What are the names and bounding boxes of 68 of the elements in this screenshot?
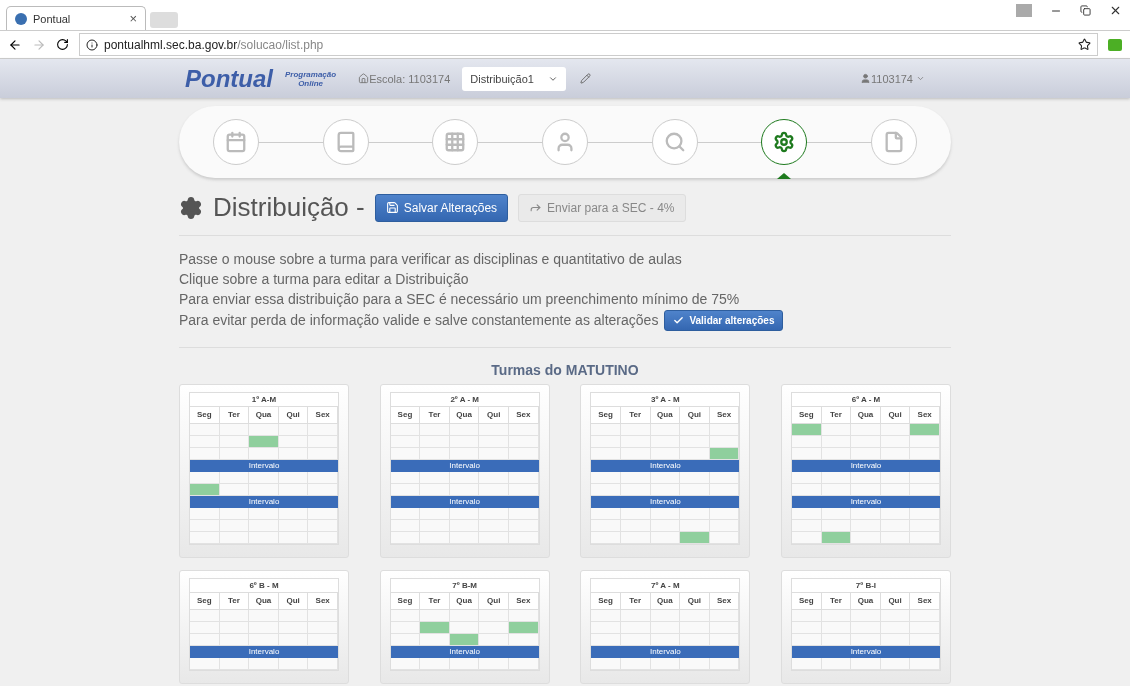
- calendar-icon: [225, 131, 247, 153]
- caret-icon: [916, 74, 925, 83]
- class-card[interactable]: 6º A - M Seg Ter Qua Qui Sex Intervalo Intervalo: [780, 384, 951, 558]
- close-icon[interactable]: [1109, 4, 1122, 17]
- address-bar[interactable]: pontualhml.sec.ba.gov.br/solucao/list.php: [79, 33, 1098, 56]
- break-bar: Intervalo: [390, 496, 539, 508]
- distribution-select[interactable]: Distribuição1: [462, 66, 567, 91]
- brand-logo: Pontual: [185, 64, 273, 93]
- restore-icon[interactable]: [1080, 5, 1091, 16]
- page-title: Distribuição -: [213, 192, 365, 223]
- save-icon: [385, 201, 399, 214]
- break-bar: Intervalo: [190, 646, 338, 658]
- class-card[interactable]: 1º A-M Seg Ter Qua Qui Sex Intervalo Intervalo: [179, 384, 349, 558]
- class-title: 7º B-M: [390, 579, 539, 593]
- break-bar: Intervalo: [190, 460, 338, 472]
- class-card[interactable]: 6º B - M Seg Ter Qua Qui Sex Intervalo: [179, 570, 349, 684]
- class-title: 3º A - M: [591, 393, 740, 407]
- break-bar: Intervalo: [791, 460, 940, 472]
- search-icon: [663, 131, 686, 153]
- break-bar: Intervalo: [390, 460, 539, 472]
- forward-icon[interactable]: [32, 37, 46, 52]
- forward-arrow-icon: [529, 201, 543, 214]
- section-title: Turmas do MATUTINO: [490, 362, 640, 378]
- check-icon: [673, 315, 685, 326]
- url-text: pontualhml.sec.ba.gov.br/solucao/list.php: [104, 37, 325, 52]
- settings-icon: [179, 195, 203, 220]
- step-button[interactable]: [761, 119, 808, 165]
- bookmark-star-icon[interactable]: [1078, 38, 1091, 51]
- break-bar: Intervalo: [791, 646, 940, 658]
- class-card[interactable]: 2º A - M Seg Ter Qua Qui Sex Intervalo Intervalo: [379, 384, 550, 558]
- instruction-text: Para enviar essa distribuição para a SEC é necessário um preenchimento mínimo de 75%: [179, 290, 741, 309]
- home-icon: [358, 73, 370, 84]
- grid-icon: [444, 131, 467, 153]
- instruction-text: Clique sobre a turma para editar a Distribuição: [179, 270, 470, 289]
- edit-icon[interactable]: [580, 73, 592, 84]
- class-card[interactable]: 7º B-I Seg Ter Qua Qui Sex Intervalo: [780, 570, 951, 684]
- reload-icon[interactable]: [56, 38, 69, 51]
- tab-title: Pontual: [33, 12, 72, 25]
- class-title: 6º A - M: [791, 393, 940, 407]
- break-bar: Intervalo: [591, 496, 740, 508]
- back-icon[interactable]: [8, 37, 22, 52]
- browser-tab[interactable]: Pontual ×: [6, 6, 146, 30]
- school-label: Escola: 1103174: [369, 72, 451, 85]
- class-title: 2º A - M: [390, 393, 539, 407]
- extension-icon[interactable]: [1108, 38, 1122, 51]
- break-bar: Intervalo: [190, 496, 338, 508]
- class-card[interactable]: 7º A - M Seg Ter Qua Qui Sex Intervalo: [580, 570, 751, 684]
- user-icon: [860, 73, 871, 84]
- class-title: 6º B - M: [190, 579, 338, 593]
- tab-close-button[interactable]: ×: [129, 11, 137, 26]
- class-card[interactable]: 7º B-M Seg Ter Qua Qui Sex Intervalo: [379, 570, 550, 684]
- settings-icon: [773, 131, 796, 153]
- break-bar: Intervalo: [791, 496, 940, 508]
- break-bar: Intervalo: [591, 460, 740, 472]
- instruction-text: Passe o mouse sobre a turma para verificar as disciplinas e quantitativo de aulas: [179, 250, 683, 269]
- favicon-icon: [15, 12, 27, 25]
- info-icon: [86, 38, 98, 51]
- class-card[interactable]: 3º A - M Seg Ter Qua Qui Sex Intervalo Intervalo: [580, 384, 751, 558]
- class-title: 7º B-I: [791, 579, 940, 593]
- class-title: 7º A - M: [591, 579, 740, 593]
- instruction-text: Para evitar perda de informação valide e salve constantemente as alterações: [179, 311, 659, 330]
- break-bar: Intervalo: [591, 646, 740, 658]
- selection-pointer: [777, 173, 792, 179]
- class-title: 1º A-M: [190, 393, 338, 407]
- validate-button[interactable]: Validar alterações: [664, 310, 784, 331]
- break-bar: Intervalo: [390, 646, 539, 658]
- save-button[interactable]: Salvar Alterações: [374, 193, 509, 222]
- brand-subtitle: Programação Online: [285, 69, 337, 88]
